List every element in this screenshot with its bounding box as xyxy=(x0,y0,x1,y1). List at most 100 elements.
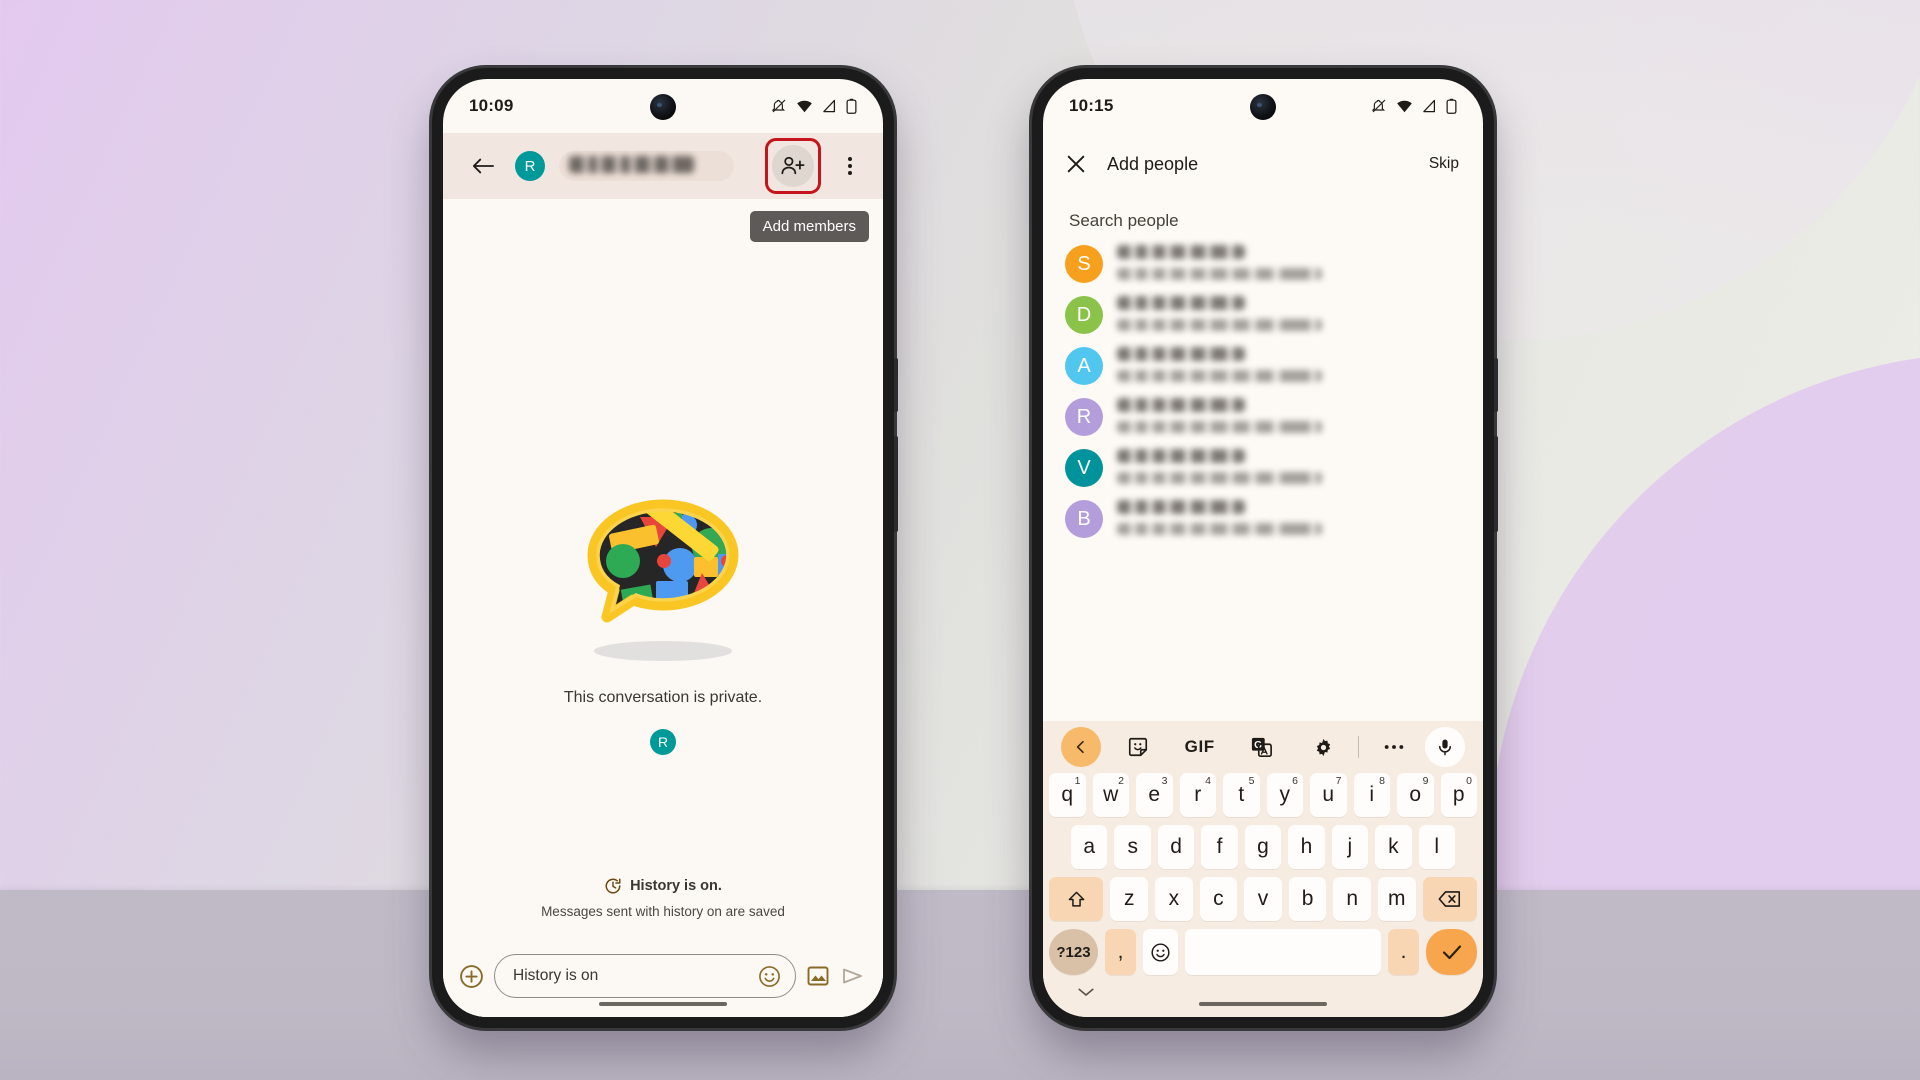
contact-avatar: A xyxy=(1065,347,1103,385)
gif-button[interactable]: GIF xyxy=(1169,727,1231,767)
key-label: u xyxy=(1322,783,1335,806)
volume-button-left[interactable] xyxy=(894,436,898,532)
add-people-button[interactable] xyxy=(765,138,821,194)
key-b[interactable]: b xyxy=(1288,877,1327,921)
key-number: 7 xyxy=(1335,775,1342,787)
on-screen-keyboard: GIF G q 1 w 2 e 3 r 4 t 5 y 6 u 7 i 8 o … xyxy=(1043,721,1483,1017)
comma-key[interactable]: , xyxy=(1104,929,1137,975)
participant-avatar: R xyxy=(650,729,676,755)
symbols-key[interactable]: ?123 xyxy=(1049,929,1098,975)
contact-list-item[interactable]: B xyxy=(1043,498,1483,549)
key-i[interactable]: i8 xyxy=(1353,773,1390,817)
battery-icon xyxy=(846,98,857,114)
space-key[interactable] xyxy=(1185,929,1381,975)
power-button-left[interactable] xyxy=(894,358,898,412)
conversation-avatar: R xyxy=(515,151,545,181)
key-j[interactable]: j xyxy=(1331,825,1369,869)
key-t[interactable]: t5 xyxy=(1223,773,1260,817)
gesture-home-bar-right[interactable] xyxy=(1199,1002,1327,1006)
key-k[interactable]: k xyxy=(1375,825,1412,869)
message-input[interactable]: History is on xyxy=(494,954,796,998)
keyboard-more-button[interactable] xyxy=(1363,727,1425,767)
key-number: 0 xyxy=(1466,775,1472,787)
key-p[interactable]: p0 xyxy=(1440,773,1477,817)
back-button[interactable] xyxy=(463,146,503,186)
key-h[interactable]: h xyxy=(1288,825,1325,869)
voice-input-button[interactable] xyxy=(1424,727,1465,767)
gesture-home-bar-left[interactable] xyxy=(599,1002,727,1006)
dot-icon xyxy=(847,156,853,162)
status-bar-right: 10:15 xyxy=(1043,79,1483,133)
period-key[interactable]: . xyxy=(1387,929,1420,975)
key-y[interactable]: y6 xyxy=(1266,773,1303,817)
emoji-icon xyxy=(1151,942,1170,962)
contact-list-item[interactable]: R xyxy=(1043,396,1483,447)
contact-text xyxy=(1117,396,1463,433)
key-n[interactable]: n xyxy=(1333,877,1371,921)
emoji-icon[interactable] xyxy=(758,965,781,988)
backspace-key[interactable] xyxy=(1422,877,1478,921)
send-icon[interactable] xyxy=(840,964,865,988)
key-q[interactable]: q1 xyxy=(1049,773,1086,817)
power-button-right[interactable] xyxy=(1494,358,1498,412)
key-c[interactable]: c xyxy=(1199,877,1238,921)
key-number: 4 xyxy=(1205,775,1211,787)
contact-list-item[interactable]: S xyxy=(1043,243,1483,294)
battery-icon xyxy=(1446,98,1457,114)
key-g[interactable]: g xyxy=(1244,825,1282,869)
chevron-left-icon xyxy=(1076,740,1084,754)
contact-list-item[interactable]: A xyxy=(1043,345,1483,396)
volume-button-right[interactable] xyxy=(1494,436,1498,532)
contact-list-item[interactable]: V xyxy=(1043,447,1483,498)
shift-key[interactable] xyxy=(1049,877,1104,921)
key-v[interactable]: v xyxy=(1244,877,1282,921)
key-u[interactable]: u7 xyxy=(1310,773,1347,817)
contact-avatar: S xyxy=(1065,245,1103,283)
key-m[interactable]: m xyxy=(1377,877,1416,921)
front-camera-icon xyxy=(650,94,676,120)
translate-button[interactable]: G xyxy=(1231,727,1293,767)
dot-icon xyxy=(847,163,853,169)
key-e[interactable]: e3 xyxy=(1136,773,1173,817)
more-options-icon xyxy=(1384,745,1404,749)
history-clock-icon xyxy=(605,878,621,894)
chevron-down-icon xyxy=(1078,988,1094,996)
add-attachment-icon[interactable] xyxy=(459,964,484,989)
red-highlight-box xyxy=(765,138,821,194)
gallery-icon[interactable] xyxy=(806,964,830,988)
search-people-input[interactable]: Search people xyxy=(1043,195,1483,237)
history-title: History is on. xyxy=(630,878,722,894)
skip-button[interactable]: Skip xyxy=(1429,155,1459,173)
contact-text xyxy=(1117,498,1463,535)
phone-right: 10:15 Add people Skip Search people S D … xyxy=(1032,68,1498,1028)
enter-key[interactable] xyxy=(1426,929,1477,975)
key-l[interactable]: l xyxy=(1418,825,1455,869)
key-f[interactable]: f xyxy=(1201,825,1238,869)
keyboard-back-chevron-button[interactable] xyxy=(1061,727,1101,767)
key-a[interactable]: a xyxy=(1071,825,1108,869)
close-icon[interactable] xyxy=(1065,153,1087,175)
key-number: 8 xyxy=(1379,775,1385,787)
conversation-toolbar: R Add members xyxy=(443,133,883,242)
conversation-name-redacted[interactable] xyxy=(559,151,734,181)
private-conversation-text: This conversation is private. xyxy=(563,689,763,706)
emoji-key[interactable] xyxy=(1143,929,1179,975)
key-r[interactable]: r4 xyxy=(1179,773,1216,817)
keyboard-settings-button[interactable] xyxy=(1292,727,1354,767)
key-x[interactable]: x xyxy=(1155,877,1193,921)
contact-list-item[interactable]: D xyxy=(1043,294,1483,345)
key-w[interactable]: w2 xyxy=(1092,773,1129,817)
key-d[interactable]: d xyxy=(1157,825,1195,869)
key-s[interactable]: s xyxy=(1114,825,1151,869)
key-label: e xyxy=(1148,783,1161,806)
overflow-menu-button[interactable] xyxy=(833,144,867,188)
hide-keyboard-button[interactable] xyxy=(1077,985,1095,1003)
status-time: 10:15 xyxy=(1069,96,1114,115)
sticker-button[interactable] xyxy=(1107,727,1169,767)
shift-arrow-icon xyxy=(1068,891,1085,907)
key-z[interactable]: z xyxy=(1110,877,1149,921)
key-o[interactable]: o9 xyxy=(1397,773,1434,817)
toolbar-divider xyxy=(1358,736,1360,758)
contact-detail-redacted xyxy=(1117,523,1322,535)
history-notice-row: History is on. xyxy=(443,877,883,895)
